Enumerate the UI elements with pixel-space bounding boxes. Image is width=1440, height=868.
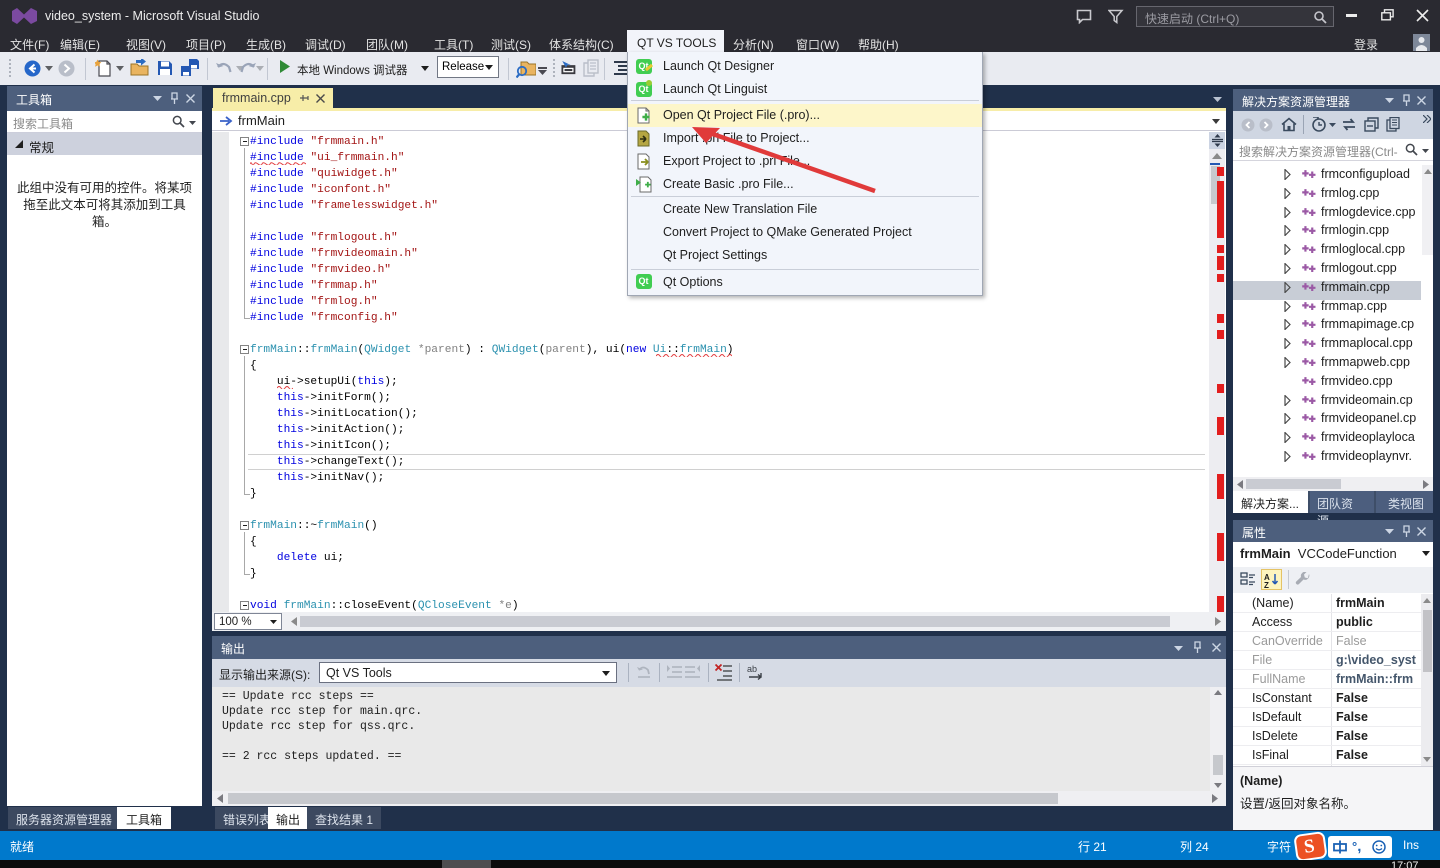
svg-text:Z: Z bbox=[1264, 581, 1269, 588]
svg-text:ab: ab bbox=[747, 664, 757, 674]
